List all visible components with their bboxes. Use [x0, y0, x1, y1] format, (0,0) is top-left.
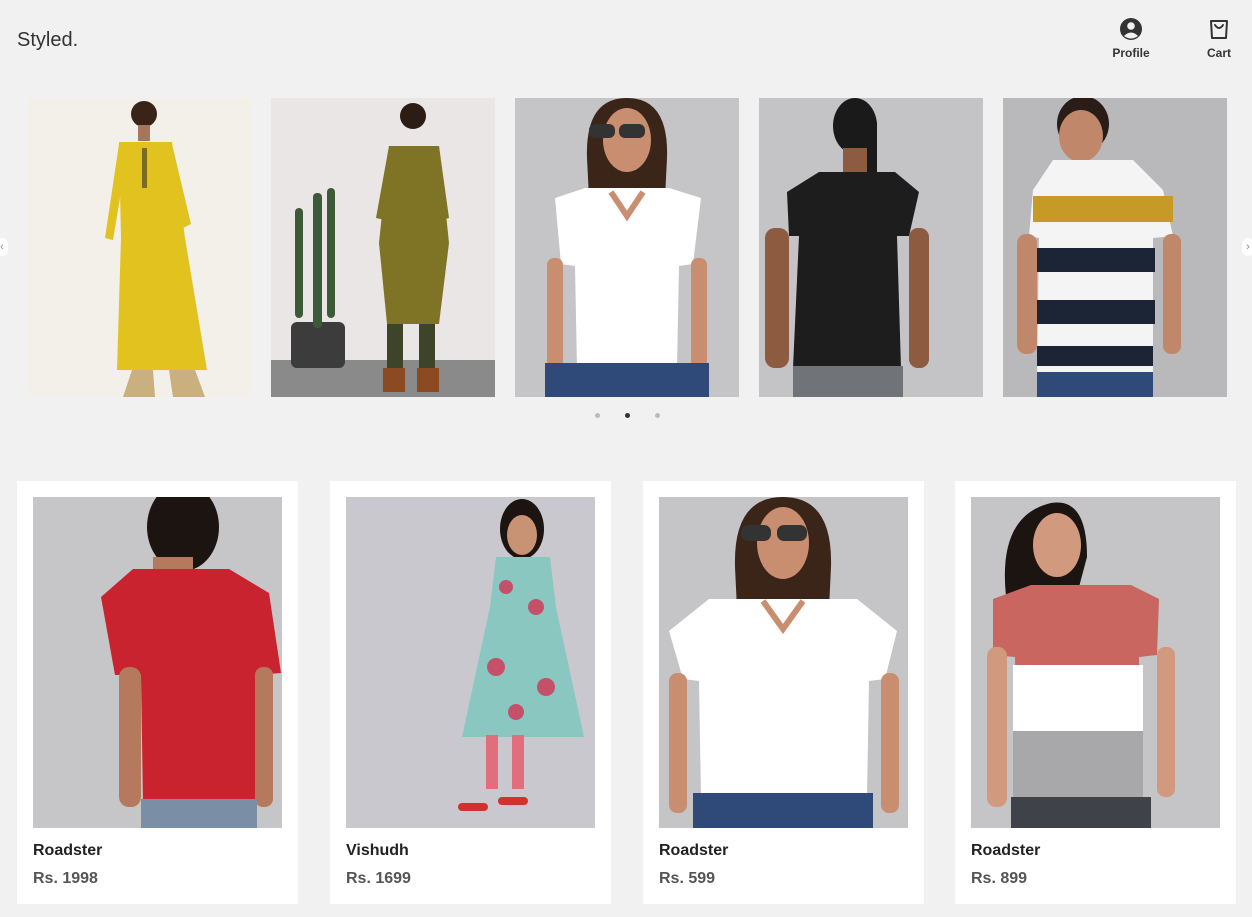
product-card[interactable]: Roadster Rs. 599 — [643, 481, 924, 904]
product-image[interactable] — [33, 497, 282, 828]
carousel-dot[interactable] — [595, 413, 600, 418]
striped-polo-image — [1003, 98, 1227, 397]
product-price: Rs. 1699 — [346, 870, 411, 887]
profile-button[interactable]: Profile — [1110, 17, 1152, 60]
carousel-slide[interactable] — [1003, 98, 1227, 397]
cart-button[interactable]: Cart — [1198, 17, 1240, 60]
carousel-prev-button[interactable]: ‹ — [0, 238, 8, 256]
product-brand: Vishudh — [346, 842, 409, 859]
carousel-slide[interactable] — [27, 98, 251, 397]
carousel-next-button[interactable]: › — [1242, 238, 1252, 256]
carousel-slide[interactable] — [271, 98, 495, 397]
white-tee-image — [515, 98, 739, 397]
product-price: Rs. 599 — [659, 870, 716, 887]
product-brand: Roadster — [33, 842, 103, 859]
product-card[interactable]: Roadster Rs. 1998 — [17, 481, 298, 904]
product-brand: Roadster — [971, 842, 1041, 859]
product-brand: Roadster — [659, 842, 729, 859]
product-image[interactable] — [346, 497, 595, 828]
chevron-right-icon: › — [1246, 241, 1250, 253]
shopping-bag-icon — [1207, 17, 1231, 41]
olive-kurta-image — [271, 98, 495, 397]
cart-label: Cart — [1206, 46, 1231, 60]
product-price: Rs. 899 — [971, 870, 1028, 887]
hero-carousel: ‹ › — [0, 98, 1252, 398]
carousel-dot[interactable] — [625, 413, 630, 418]
carousel-dots — [0, 413, 1252, 419]
logo[interactable]: Styled. — [17, 29, 78, 52]
user-circle-icon — [1119, 17, 1143, 41]
chevron-left-icon: ‹ — [0, 241, 4, 253]
profile-label: Profile — [1112, 46, 1150, 60]
yellow-kurta-image — [27, 98, 251, 397]
product-card[interactable]: Roadster Rs. 899 — [955, 481, 1236, 904]
carousel-slide[interactable] — [515, 98, 739, 397]
product-image[interactable] — [659, 497, 908, 828]
product-image[interactable] — [971, 497, 1220, 828]
carousel-dot[interactable] — [655, 413, 660, 418]
product-card[interactable]: Vishudh Rs. 1699 — [330, 481, 611, 904]
black-tee-image — [759, 98, 983, 397]
carousel-slide[interactable] — [759, 98, 983, 397]
product-price: Rs. 1998 — [33, 870, 98, 887]
